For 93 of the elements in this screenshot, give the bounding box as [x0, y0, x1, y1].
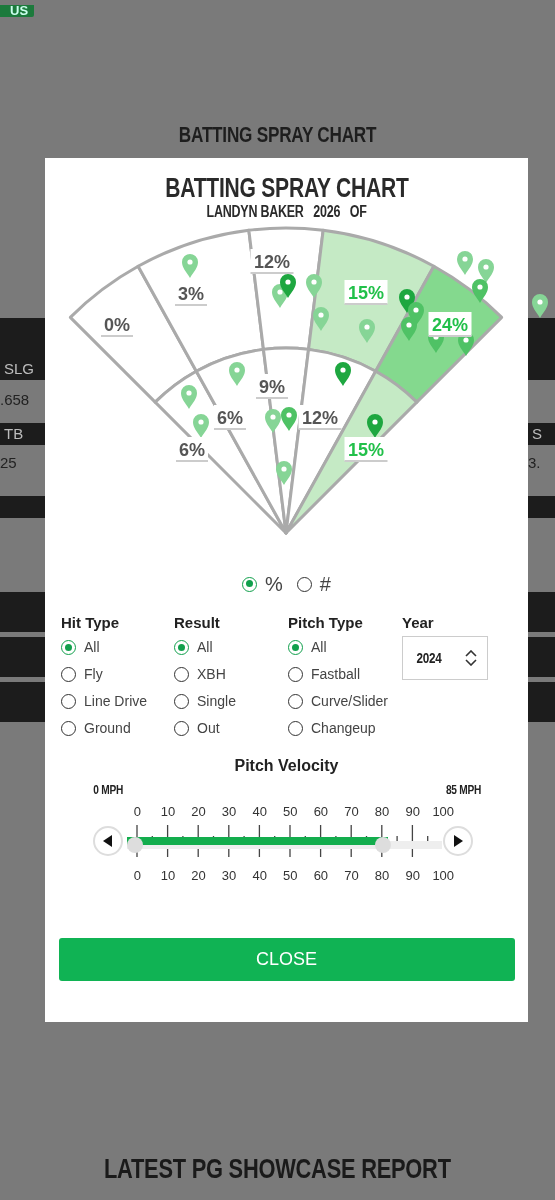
next-button[interactable]	[443, 826, 473, 856]
map-pin-icon	[229, 362, 245, 386]
tick-label: 0	[132, 803, 142, 821]
map-pin-icon	[182, 254, 198, 278]
map-pin-icon	[193, 414, 209, 438]
filter-radio[interactable]: Out	[174, 715, 220, 742]
zone-percentage: 0%	[100, 312, 134, 337]
modal-title: BATTING SPRAY CHART	[164, 172, 409, 205]
filter-radio[interactable]: All	[174, 634, 213, 661]
tick-label: 0	[132, 867, 142, 885]
map-pin-icon	[276, 461, 292, 485]
filter-radio[interactable]: XBH	[174, 661, 226, 688]
section-title: BATTING SPRAY CHART	[178, 121, 377, 149]
map-pin-icon	[367, 414, 383, 438]
previous-button[interactable]	[93, 826, 123, 856]
slider-title: Pitch Velocity	[233, 756, 340, 776]
tick-label: 70	[343, 803, 360, 821]
filter-heading: Hit Type	[61, 613, 121, 633]
map-pin-icon	[306, 274, 322, 298]
table-cell-text: 3.	[528, 453, 541, 473]
filter-heading: Pitch Type	[288, 613, 364, 633]
filter-radio[interactable]: All	[61, 634, 100, 661]
year-select[interactable]: 2024	[402, 636, 488, 680]
tick-label: 20	[190, 867, 207, 885]
filter-radio[interactable]: Fly	[61, 661, 103, 688]
tick-label: 100	[431, 867, 456, 885]
filter-radio[interactable]: Fastball	[288, 661, 361, 688]
map-pin-icon	[457, 251, 473, 275]
table-header-cell: SLG	[0, 358, 45, 380]
filter-radio[interactable]: Ground	[61, 715, 131, 742]
min-label: 0 MPH	[93, 781, 124, 799]
map-pin-icon	[280, 274, 296, 298]
table-header-cell	[528, 496, 555, 518]
zone-percentage: 12%	[249, 249, 295, 274]
filter-radio[interactable]: Line Drive	[61, 688, 148, 715]
table-header-cell	[0, 496, 45, 518]
slider-handle[interactable]	[375, 837, 392, 853]
map-pin-icon	[281, 407, 297, 431]
tick-label: 50	[282, 803, 299, 821]
tick-label: 90	[404, 867, 421, 885]
display-mode-radio[interactable]: %	[242, 569, 283, 599]
filter-heading: Result	[174, 613, 221, 633]
filter-radio[interactable]: Curve/Slider	[288, 688, 389, 715]
tick-label: 20	[190, 803, 207, 821]
tick-label: 70	[343, 867, 360, 885]
map-pin-icon	[359, 319, 375, 343]
left-arrow-icon	[103, 835, 113, 847]
tick-label: 60	[312, 803, 330, 821]
tick-label: 10	[159, 803, 177, 821]
tick-label: 50	[282, 867, 299, 885]
right-arrow-icon	[453, 835, 463, 847]
table-header-cell: S	[528, 423, 555, 445]
map-pin-icon	[313, 307, 329, 331]
up-down-chevron-icon	[465, 650, 477, 666]
tick-label: 80	[373, 803, 391, 821]
zone-percentage: 3%	[174, 281, 208, 306]
filter-radio[interactable]: Single	[174, 688, 236, 715]
table-header-cell: TB	[0, 423, 45, 445]
zone-percentage: 24%	[427, 312, 473, 337]
map-pin-icon	[472, 279, 488, 303]
filter-radio[interactable]: All	[288, 634, 327, 661]
tick-label: 80	[373, 867, 391, 885]
map-pin-icon	[532, 294, 548, 318]
zone-percentage: 15%	[343, 437, 389, 462]
tick-label: 100	[431, 803, 456, 821]
logo[interactable]: US	[0, 5, 35, 17]
zone-percentage: 6%	[175, 437, 209, 462]
table-cell-text: .658	[0, 390, 30, 410]
tick-label: 60	[312, 867, 330, 885]
filter-heading: Year	[402, 613, 435, 633]
map-pin-icon	[181, 385, 197, 409]
filter-radio[interactable]: Changeup	[288, 715, 376, 742]
table-cell-text: 25	[0, 453, 17, 473]
tick-label: 30	[220, 867, 238, 885]
map-pin-icon	[401, 317, 417, 341]
map-pin-icon	[265, 409, 281, 433]
slider-track[interactable]	[127, 837, 442, 853]
map-pin-icon	[478, 259, 494, 283]
display-mode-radio[interactable]: #	[296, 569, 331, 599]
max-label: 85 MPH	[445, 781, 482, 799]
tick-label: 10	[159, 867, 177, 885]
zone-percentage: 9%	[255, 374, 289, 399]
tick-label: 90	[404, 803, 421, 821]
tick-label: 40	[251, 867, 268, 885]
zone-percentage: 12%	[297, 405, 343, 430]
zone-percentage: 15%	[343, 280, 389, 305]
tick-label: 30	[220, 803, 238, 821]
map-pin-icon	[335, 362, 351, 386]
section-title: LATEST PG SHOWCASE REPORT	[104, 1152, 451, 1186]
tick-label: 40	[251, 803, 268, 821]
player-info: LANDYN BAKER 2026 OF	[206, 202, 367, 222]
slider-handle[interactable]	[127, 837, 143, 853]
zone-percentage: 6%	[213, 405, 247, 430]
